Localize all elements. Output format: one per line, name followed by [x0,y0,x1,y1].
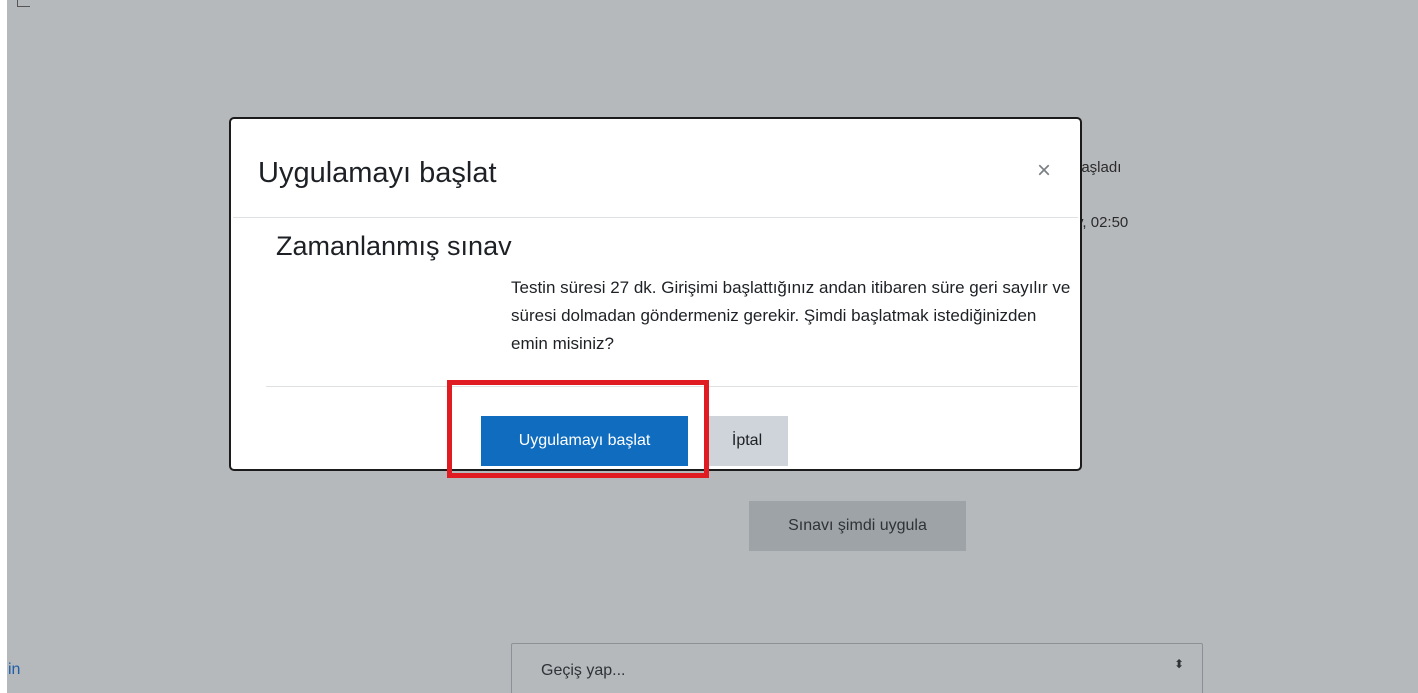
page-root: başladı y, 02:50 in Sınavı şimdi uygula … [0,0,1418,693]
start-attempt-dialog: Uygulamayı başlat × Zamanlanmış sınav Te… [229,117,1082,471]
timed-quiz-heading: Zamanlanmış sınav [276,231,512,261]
background-time-text: y, 02:50 [1076,214,1129,231]
header-divider [233,217,1078,218]
footer-divider [266,386,1078,387]
background-left-link[interactable]: in [8,661,20,679]
dialog-message: Testin süresi 27 dk. Girişimi başlattığı… [511,278,1071,353]
select-arrows-icon: ⬍ [1173,657,1184,671]
corner-mark [17,0,30,7]
start-attempt-button[interactable]: Uygulamayı başlat [481,416,688,466]
attempt-quiz-button[interactable]: Sınavı şimdi uygula [749,501,966,551]
left-edge [0,0,7,693]
dialog-title: Uygulamayı başlat [258,157,497,189]
cancel-button[interactable]: İptal [706,416,788,466]
jump-to-select-value: Geçiş yap... [541,662,626,679]
close-icon[interactable]: × [1032,159,1056,183]
jump-to-select[interactable]: Geçiş yap... ⬍ [511,643,1203,693]
